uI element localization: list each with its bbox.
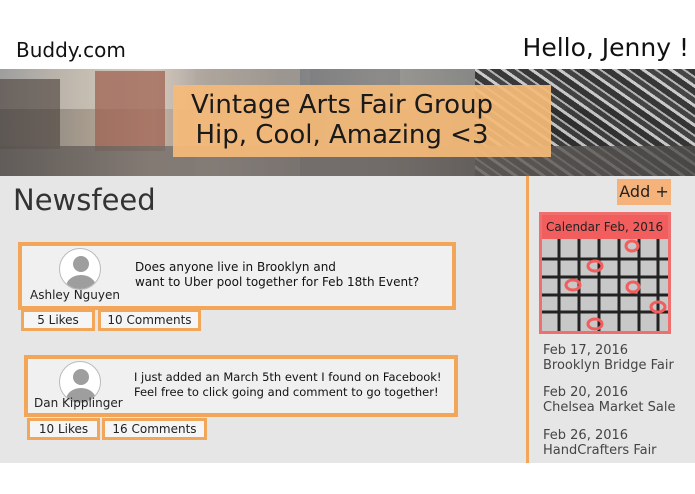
comments-button[interactable]: 16 Comments	[102, 418, 207, 440]
group-subtitle: Hip, Cool, Amazing <3	[195, 120, 489, 150]
event-name[interactable]: Brooklyn Bridge Fair	[543, 358, 674, 373]
post-card[interactable]: Ashley Nguyen Does anyone live in Brookl…	[18, 242, 456, 310]
event-marker	[625, 280, 641, 294]
comments-button[interactable]: 10 Comments	[98, 309, 201, 331]
calendar-widget[interactable]: Calendar Feb, 2016	[539, 212, 671, 334]
likes-button[interactable]: 10 Likes	[27, 418, 100, 440]
post-text: I just added an March 5th event I found …	[134, 370, 442, 399]
event-name[interactable]: HandCrafters Fair	[543, 443, 657, 458]
event-date: Feb 20, 2016	[543, 385, 629, 400]
event-marker	[624, 239, 640, 253]
user-icon	[73, 256, 89, 272]
user-greeting[interactable]: Hello, Jenny !	[523, 33, 689, 62]
calendar-title: Calendar Feb, 2016	[542, 215, 668, 239]
event-date: Feb 26, 2016	[543, 428, 629, 443]
post-text: Does anyone live in Brooklyn and want to…	[135, 260, 420, 289]
user-icon	[73, 369, 89, 385]
add-event-button[interactable]: Add +	[617, 179, 671, 205]
calendar-grid[interactable]	[542, 239, 668, 331]
event-name[interactable]: Chelsea Market Sale	[543, 400, 675, 415]
likes-button[interactable]: 5 Likes	[21, 309, 95, 331]
post-author[interactable]: Dan Kipplinger	[34, 396, 123, 410]
event-date: Feb 17, 2016	[543, 343, 629, 358]
top-bar: Buddy.com Hello, Jenny !	[0, 0, 695, 70]
avatar[interactable]	[59, 248, 101, 290]
post-author[interactable]: Ashley Nguyen	[30, 288, 120, 302]
post-card[interactable]: Dan Kipplinger I just added an March 5th…	[24, 355, 458, 417]
newsfeed-title: Newsfeed	[13, 183, 156, 217]
group-title: Vintage Arts Fair Group	[190, 90, 494, 120]
site-logo[interactable]: Buddy.com	[16, 38, 126, 62]
